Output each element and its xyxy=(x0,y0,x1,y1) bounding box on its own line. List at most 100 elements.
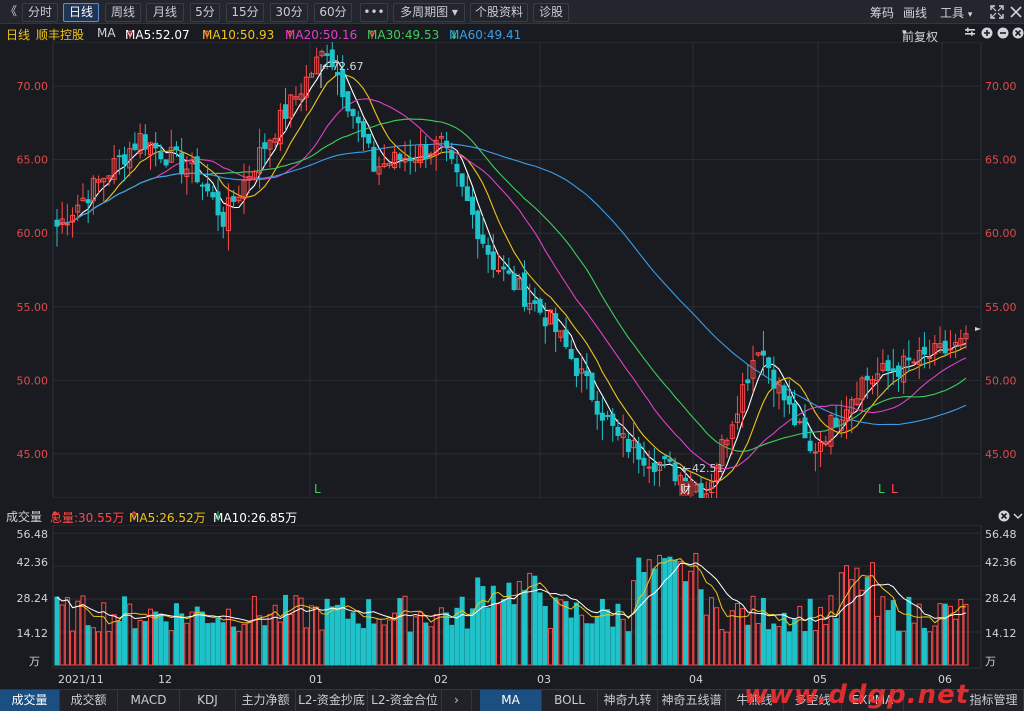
volume-bar xyxy=(283,594,289,666)
close-volume-icon[interactable] xyxy=(998,510,1010,522)
volume-bar xyxy=(122,596,128,666)
candle-body xyxy=(501,266,507,270)
candle-body xyxy=(833,417,839,428)
more-periods-button[interactable]: ••• xyxy=(360,3,388,22)
candle-body xyxy=(942,340,948,354)
tools-dropdown[interactable]: 工具 ▾ xyxy=(940,4,972,21)
volume-bar xyxy=(766,629,772,666)
x-axis-label: 03 xyxy=(537,673,551,686)
candle-body xyxy=(610,413,616,426)
marker-cai[interactable]: 财 xyxy=(680,482,691,496)
period-tab-5min[interactable]: 5分 xyxy=(190,3,220,22)
tab-magic-nine[interactable]: 神奇九转 xyxy=(598,690,658,711)
volume-bar xyxy=(475,577,481,666)
volume-bar xyxy=(397,598,403,666)
marker-l[interactable]: L xyxy=(708,482,715,496)
volume-bar xyxy=(667,556,673,666)
volume-bar xyxy=(490,585,496,666)
back-button[interactable]: 《 xyxy=(2,3,20,22)
chip-button[interactable]: 筹码 xyxy=(870,4,894,21)
period-tab-60min[interactable]: 60分 xyxy=(314,3,352,22)
chevron-down-icon[interactable] xyxy=(1013,511,1023,521)
diagnose-button[interactable]: 诊股 xyxy=(533,3,569,22)
candle-body xyxy=(194,156,200,183)
volume-bar xyxy=(698,589,704,666)
candle-body xyxy=(459,173,465,187)
candle-body xyxy=(142,134,148,150)
volume-bar xyxy=(85,625,91,666)
volume-bar xyxy=(215,617,221,666)
settings-icon[interactable] xyxy=(964,27,976,39)
tab-magic-five[interactable]: 神奇五线谱 xyxy=(658,690,726,711)
candle-body xyxy=(340,70,346,98)
candle-body xyxy=(906,357,912,361)
tab-boll[interactable]: BOLL xyxy=(542,690,598,711)
volume-bar xyxy=(760,597,766,666)
low-annotation: ← 42.51 xyxy=(682,462,724,475)
tab-volume[interactable]: 成交量 xyxy=(0,690,60,711)
price-tick-label: 55.00 xyxy=(985,301,1017,314)
close-icon[interactable] xyxy=(1010,5,1022,19)
period-tab-monthly[interactable]: 月线 xyxy=(146,3,184,22)
stock-info-button[interactable]: 个股资料 xyxy=(470,3,528,22)
ma20-text: MA20:50.16 xyxy=(285,28,358,42)
chevron-right-icon[interactable]: › xyxy=(442,690,472,711)
candle-body xyxy=(158,152,164,160)
candle-body xyxy=(573,357,579,377)
volume-bar xyxy=(771,623,777,666)
period-tab-fenshi[interactable]: 分时 xyxy=(22,3,58,22)
period-tab-daily[interactable]: 日线 xyxy=(63,3,99,22)
marker-l[interactable]: L xyxy=(314,482,321,496)
volume-bar xyxy=(153,611,159,666)
volume-tick-label: 28.24 xyxy=(985,592,1017,605)
candle-body xyxy=(921,346,927,355)
period-tab-15min[interactable]: 15分 xyxy=(226,3,264,22)
marker-l[interactable]: L xyxy=(891,482,898,496)
candle-body xyxy=(350,109,356,117)
marker-l[interactable]: L xyxy=(878,482,885,496)
candle-body xyxy=(563,329,569,348)
zoom-out-icon[interactable] xyxy=(997,27,1009,39)
volume-bar xyxy=(485,607,491,666)
period-tab-30min[interactable]: 30分 xyxy=(270,3,308,22)
volume-chart[interactable]: 56.48 42.36 28.24 14.12 万 56.48 42.36 28… xyxy=(0,525,1024,689)
tab-macd[interactable]: MACD xyxy=(118,690,180,711)
volume-bar xyxy=(942,603,948,666)
candle-body xyxy=(54,219,60,227)
candle-body xyxy=(599,412,605,421)
candle-body xyxy=(797,421,803,424)
tab-l2-position[interactable]: L2-资金合位 xyxy=(368,690,442,711)
candle-body xyxy=(927,356,933,359)
close-panel-icon[interactable] xyxy=(1012,27,1024,39)
volume-legend: 成交量 总量:30.55万 ↑ MA5:26.52万 ↑ MA10:26.85万 ↓ xyxy=(0,507,1024,525)
multi-period-dropdown[interactable]: 多周期图 ▾ xyxy=(393,3,465,22)
expand-icon[interactable] xyxy=(990,5,1004,19)
volume-tick-label: 56.48 xyxy=(17,528,49,541)
tab-indicator-manager[interactable]: 指标管理 xyxy=(964,690,1024,711)
candle-body xyxy=(890,368,896,372)
price-chart[interactable]: 70.00 65.00 60.00 55.00 50.00 45.00 70.00 65.0… xyxy=(0,42,1024,498)
candle-body xyxy=(199,184,205,187)
tab-ma[interactable]: MA xyxy=(480,690,542,711)
tab-kdj[interactable]: KDJ xyxy=(180,690,236,711)
volume-total-text: 总量:30.55万 xyxy=(50,511,125,525)
tab-l2-bottom[interactable]: L2-资金抄底 xyxy=(296,690,368,711)
candle-body xyxy=(667,458,673,462)
period-tab-weekly[interactable]: 周线 xyxy=(105,3,141,22)
tab-turnover[interactable]: 成交额 xyxy=(60,690,118,711)
candle-body xyxy=(594,400,600,415)
candle-body xyxy=(122,154,128,165)
volume-bar xyxy=(345,618,351,666)
draw-line-button[interactable]: 画线 xyxy=(903,4,927,21)
tab-main-net[interactable]: 主力净额 xyxy=(236,690,296,711)
ma-label: MA xyxy=(97,26,116,40)
zoom-in-icon[interactable] xyxy=(981,27,993,39)
price-tick-label: 45.00 xyxy=(985,448,1017,461)
volume-tick-label: 42.36 xyxy=(17,556,49,569)
price-tick-label: 45.00 xyxy=(17,448,49,461)
volume-bar xyxy=(573,602,579,666)
candle-body xyxy=(745,379,751,384)
candle-body xyxy=(116,155,122,158)
volume-unit-label: 万 xyxy=(985,655,996,668)
volume-bar xyxy=(334,604,340,666)
